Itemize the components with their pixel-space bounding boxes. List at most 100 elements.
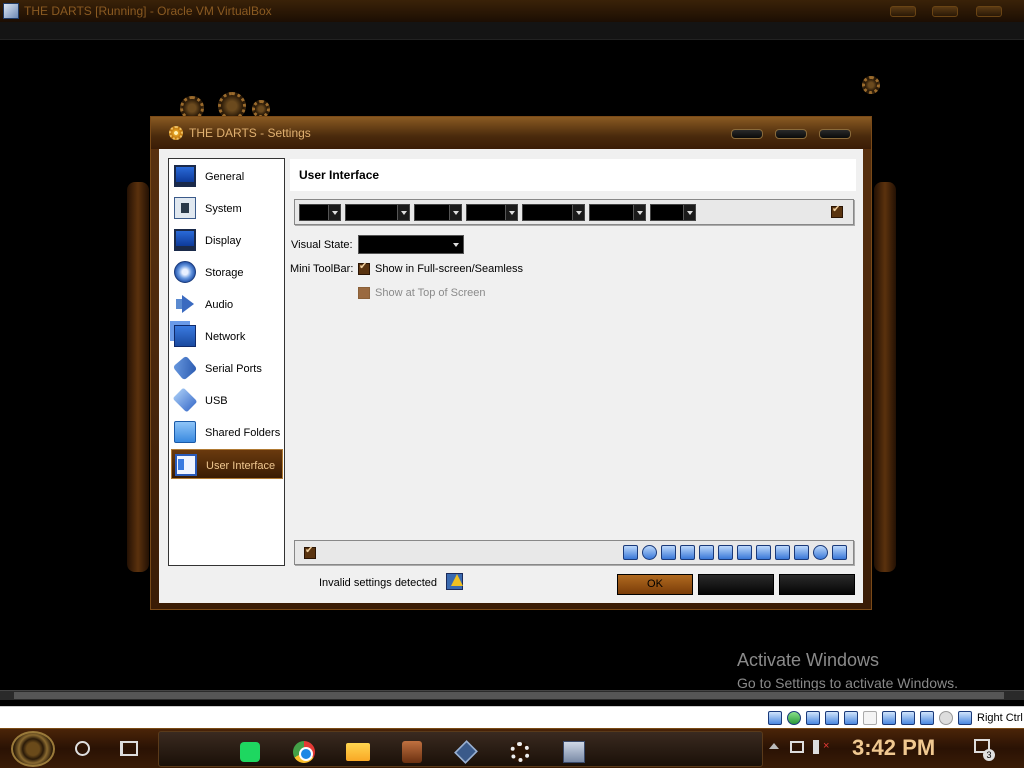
optical-drive-icon[interactable] [642, 545, 657, 560]
usb-icon [172, 387, 198, 413]
sidebar-item-label: Audio [205, 299, 234, 311]
vm-horizontal-scrollbar[interactable] [0, 690, 1024, 700]
dialog-minimize-button[interactable] [731, 129, 763, 139]
menu-help-combo[interactable] [650, 204, 696, 221]
dialog-body: General System Display Storage Audio Net… [159, 149, 863, 603]
gear-icon [510, 742, 530, 762]
network-indicator-icon[interactable] [699, 545, 714, 560]
maximize-button[interactable] [932, 6, 958, 17]
menu-machine-combo[interactable] [345, 204, 410, 221]
display-status-icon[interactable] [882, 711, 896, 725]
scrollbar-thumb[interactable] [14, 692, 1004, 699]
chevron-up-icon[interactable] [769, 743, 779, 749]
settings-dialog: THE DARTS - Settings General System Disp… [150, 116, 872, 610]
chrome-app[interactable] [285, 736, 325, 768]
sidebar-item-label: User Interface [206, 460, 276, 472]
sidebar-item-general[interactable]: General [171, 161, 283, 191]
sidebar-item-serial-ports[interactable]: Serial Ports [171, 353, 283, 383]
task-view-icon[interactable] [120, 741, 138, 756]
network-status-icon[interactable] [825, 711, 839, 725]
sidebar-item-user-interface[interactable]: User Interface [171, 449, 283, 479]
sidebar-item-display[interactable]: Display [171, 225, 283, 255]
ok-button[interactable]: OK [617, 574, 693, 595]
menubar-editor [294, 199, 854, 225]
network-icon [174, 325, 196, 347]
notification-badge: 3 [983, 749, 995, 761]
statusbar-enabled-checkbox[interactable] [304, 545, 316, 559]
left-ornament [127, 182, 149, 572]
chevron-down-icon [505, 205, 517, 220]
minimize-button[interactable] [890, 6, 916, 17]
virtualbox-app[interactable] [447, 736, 487, 768]
chevron-down-icon [449, 205, 461, 220]
sidebar-item-label: Shared Folders [205, 427, 281, 439]
audio-status-icon[interactable] [806, 711, 820, 725]
show-fullscreen-checkbox[interactable] [358, 261, 370, 275]
floppy-icon[interactable] [661, 545, 676, 560]
mouse-indicator-icon[interactable] [813, 545, 828, 560]
vbox-titlebar: THE DARTS [Running] - Oracle VM VirtualB… [0, 0, 1024, 22]
sidebar-item-label: Storage [205, 267, 244, 279]
storage-indicator-icon[interactable] [623, 545, 638, 560]
chevron-down-icon [397, 205, 409, 220]
shared-folders-status-icon[interactable] [863, 711, 877, 725]
vm-app[interactable] [555, 736, 595, 768]
show-top-checkbox[interactable] [358, 287, 370, 299]
menu-window-combo[interactable] [589, 204, 646, 221]
dialog-close-button[interactable] [819, 129, 851, 139]
menubar-enabled-checkbox[interactable] [831, 204, 843, 218]
usb-status-icon[interactable] [844, 711, 858, 725]
virtualbox-icon [3, 3, 19, 19]
menu-devices-combo[interactable] [522, 204, 585, 221]
photo-app[interactable] [393, 736, 433, 768]
help-button[interactable] [779, 574, 855, 595]
menu-input-combo[interactable] [466, 204, 518, 221]
menu-application-combo[interactable] [299, 204, 341, 221]
sidebar-item-network[interactable]: Network [171, 321, 283, 351]
menu-view-combo[interactable] [414, 204, 462, 221]
display-indicator-icon[interactable] [756, 545, 771, 560]
invalid-settings-text: Invalid settings detected [319, 577, 438, 589]
cancel-button[interactable] [698, 574, 774, 595]
dialog-maximize-button[interactable] [775, 129, 807, 139]
sidebar-item-system[interactable]: System [171, 193, 283, 223]
sidebar-item-label: Serial Ports [205, 363, 262, 375]
spotify-app[interactable] [231, 736, 271, 768]
vt-status-icon[interactable] [920, 711, 934, 725]
sidebar-item-storage[interactable]: Storage [171, 257, 283, 287]
page-title: User Interface [299, 168, 380, 182]
file-explorer-app[interactable] [339, 736, 379, 768]
virtualbox-icon [454, 740, 478, 764]
screen: { "window": { "title": "THE DARTS [Runni… [0, 0, 1024, 768]
user-interface-icon [175, 454, 197, 476]
usb-indicator-icon[interactable] [718, 545, 733, 560]
taskbar-clock[interactable]: 3:42 PM [852, 735, 935, 761]
network-tray-icon[interactable] [790, 741, 804, 753]
settings-app[interactable] [501, 736, 541, 768]
host-key-label: Right Ctrl [977, 712, 1023, 724]
statusbar-editor [294, 540, 854, 565]
show-fullscreen-label: Show in Full-screen/Seamless [375, 263, 523, 275]
keyboard-indicator-icon[interactable] [832, 545, 847, 560]
optical-status-icon[interactable] [787, 711, 801, 725]
keyboard-status-icon[interactable] [958, 711, 972, 725]
mouse-status-icon[interactable] [939, 711, 953, 725]
storage-status-icon[interactable] [768, 711, 782, 725]
volume-muted-icon[interactable] [813, 740, 829, 754]
close-button[interactable] [976, 6, 1002, 17]
warning-icon[interactable] [446, 573, 463, 590]
sidebar-item-audio[interactable]: Audio [171, 289, 283, 319]
vt-indicator-icon[interactable] [794, 545, 809, 560]
start-button[interactable] [11, 731, 55, 767]
recording-status-icon[interactable] [901, 711, 915, 725]
watermark-subtitle: Go to Settings to activate Windows. [737, 675, 958, 691]
storage-icon [174, 261, 196, 283]
folder-icon [346, 743, 370, 761]
cortana-icon[interactable] [75, 741, 90, 756]
sidebar-item-usb[interactable]: USB [171, 385, 283, 415]
audio-indicator-icon[interactable] [680, 545, 695, 560]
sidebar-item-shared-folders[interactable]: Shared Folders [171, 417, 283, 447]
shared-folders-indicator-icon[interactable] [737, 545, 752, 560]
visual-state-select[interactable] [358, 235, 464, 254]
recording-indicator-icon[interactable] [775, 545, 790, 560]
